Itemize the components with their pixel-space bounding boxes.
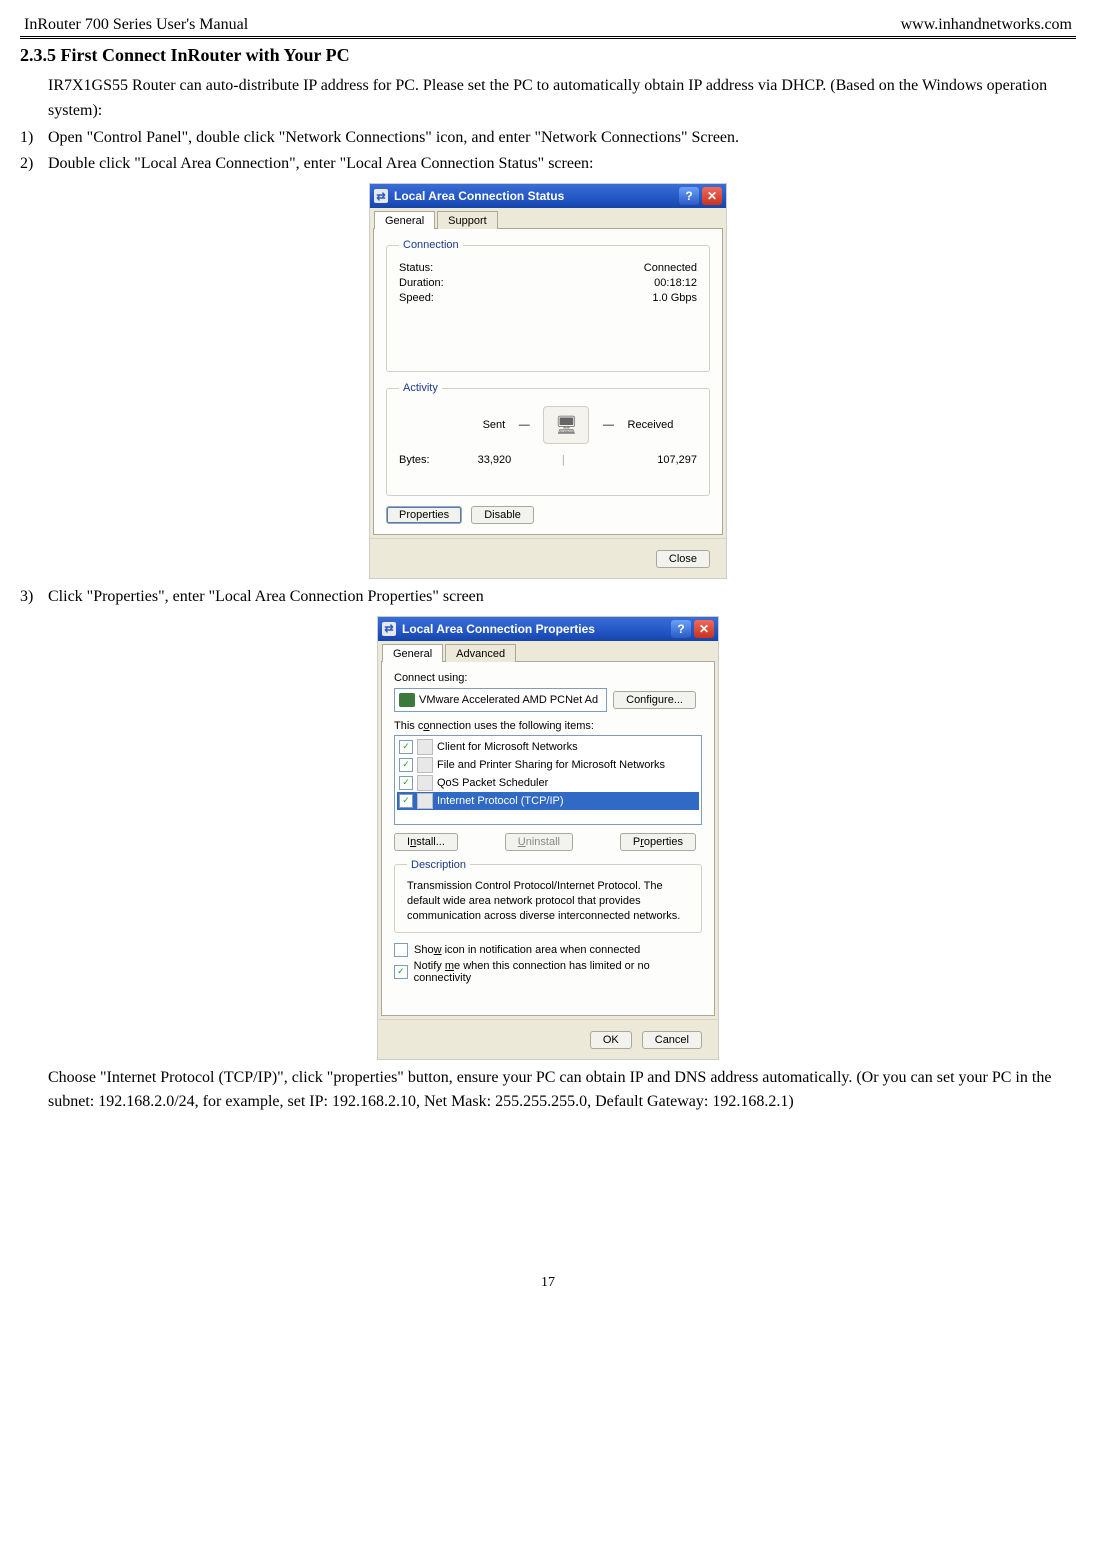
- component-icon: [417, 739, 433, 755]
- props-titlebar: ⇄ Local Area Connection Properties ? ✕: [378, 617, 718, 641]
- step-1: 1) Open "Control Panel", double click "N…: [20, 126, 1076, 151]
- properties-dialog: ⇄ Local Area Connection Properties ? ✕ G…: [377, 616, 719, 1060]
- configure-button[interactable]: Configure...: [613, 691, 696, 709]
- bytes-sent: 33,920: [430, 454, 560, 466]
- component-icon: [417, 757, 433, 773]
- description-group: Description Transmission Control Protoco…: [394, 859, 702, 933]
- header-left: InRouter 700 Series User's Manual: [24, 16, 248, 34]
- tab-general[interactable]: General: [382, 644, 443, 662]
- show-icon-checkbox[interactable]: Show icon in notification area when conn…: [394, 943, 702, 957]
- duration-key: Duration:: [399, 277, 444, 289]
- connection-icon: ⇄: [382, 622, 396, 636]
- close-button[interactable]: Close: [656, 550, 710, 568]
- list-item[interactable]: ✓Client for Microsoft Networks: [397, 738, 699, 756]
- activity-legend: Activity: [399, 382, 442, 394]
- adapter-name: VMware Accelerated AMD PCNet Ad: [419, 694, 598, 706]
- section-title: 2.3.5 First Connect InRouter with Your P…: [20, 45, 1076, 66]
- list-item-selected[interactable]: ✓Internet Protocol (TCP/IP): [397, 792, 699, 810]
- tab-general[interactable]: General: [374, 211, 435, 229]
- list-item[interactable]: ✓File and Printer Sharing for Microsoft …: [397, 756, 699, 774]
- connect-using-label: Connect using:: [394, 672, 702, 684]
- notify-checkbox[interactable]: ✓ Notify me when this connection has lim…: [394, 960, 702, 984]
- cancel-button[interactable]: Cancel: [642, 1031, 702, 1049]
- status-dialog: ⇄ Local Area Connection Status ? ✕ Gener…: [369, 183, 727, 579]
- step-3-text: Click "Properties", enter "Local Area Co…: [48, 585, 484, 610]
- install-button[interactable]: Install...: [394, 833, 458, 851]
- items-listbox[interactable]: ✓Client for Microsoft Networks ✓File and…: [394, 735, 702, 825]
- items-label: This connection uses the following items…: [394, 720, 702, 732]
- step-3: 3) Click "Properties", enter "Local Area…: [20, 585, 1076, 610]
- tab-advanced[interactable]: Advanced: [445, 644, 516, 662]
- speed-value: 1.0 Gbps: [652, 292, 697, 304]
- status-title: Local Area Connection Status: [394, 189, 676, 203]
- status-key: Status:: [399, 262, 433, 274]
- step-1-text: Open "Control Panel", double click "Netw…: [48, 126, 739, 151]
- sent-label: Sent: [483, 419, 506, 431]
- connection-legend: Connection: [399, 239, 463, 251]
- intro-paragraph: IR7X1GS55 Router can auto-distribute IP …: [48, 74, 1076, 124]
- checkbox-icon[interactable]: ✓: [394, 965, 408, 979]
- description-legend: Description: [407, 859, 470, 871]
- activity-group: Activity Sent — 🖥 — Received Bytes: 33,9…: [386, 382, 710, 496]
- properties-button[interactable]: Properties: [386, 506, 462, 524]
- component-icon: [417, 775, 433, 791]
- props-title: Local Area Connection Properties: [402, 622, 668, 636]
- item-properties-button[interactable]: Properties: [620, 833, 696, 851]
- tab-support[interactable]: Support: [437, 211, 498, 229]
- header-right: www.inhandnetworks.com: [901, 16, 1072, 34]
- help-icon[interactable]: ?: [679, 187, 699, 205]
- tail-paragraph: Choose "Internet Protocol (TCP/IP)", cli…: [48, 1066, 1076, 1116]
- duration-value: 00:18:12: [654, 277, 697, 289]
- adapter-field[interactable]: VMware Accelerated AMD PCNet Ad: [394, 688, 607, 712]
- bytes-recv: 107,297: [567, 454, 697, 466]
- received-label: Received: [628, 419, 674, 431]
- close-icon[interactable]: ✕: [694, 620, 714, 638]
- checkbox-icon[interactable]: ✓: [399, 776, 413, 790]
- page-number: 17: [20, 1275, 1076, 1311]
- close-icon[interactable]: ✕: [702, 187, 722, 205]
- component-icon: [417, 793, 433, 809]
- connection-group: Connection Status: Connected Duration: 00:…: [386, 239, 710, 372]
- step-2: 2) Double click "Local Area Connection",…: [20, 152, 1076, 177]
- status-value: Connected: [644, 262, 697, 274]
- network-activity-icon: 🖥: [543, 406, 589, 444]
- bytes-key: Bytes:: [399, 454, 430, 466]
- step-2-text: Double click "Local Area Connection", en…: [48, 152, 594, 177]
- header-rule: [20, 36, 1076, 39]
- ok-button[interactable]: OK: [590, 1031, 632, 1049]
- connection-icon: ⇄: [374, 189, 388, 203]
- disable-button[interactable]: Disable: [471, 506, 534, 524]
- checkbox-icon[interactable]: [394, 943, 408, 957]
- description-text: Transmission Control Protocol/Internet P…: [407, 879, 689, 924]
- checkbox-icon[interactable]: ✓: [399, 794, 413, 808]
- uninstall-button[interactable]: Uninstall: [505, 833, 573, 851]
- status-titlebar: ⇄ Local Area Connection Status ? ✕: [370, 184, 726, 208]
- checkbox-icon[interactable]: ✓: [399, 740, 413, 754]
- nic-icon: [399, 693, 415, 707]
- help-icon[interactable]: ?: [671, 620, 691, 638]
- list-item[interactable]: ✓QoS Packet Scheduler: [397, 774, 699, 792]
- speed-key: Speed:: [399, 292, 434, 304]
- checkbox-icon[interactable]: ✓: [399, 758, 413, 772]
